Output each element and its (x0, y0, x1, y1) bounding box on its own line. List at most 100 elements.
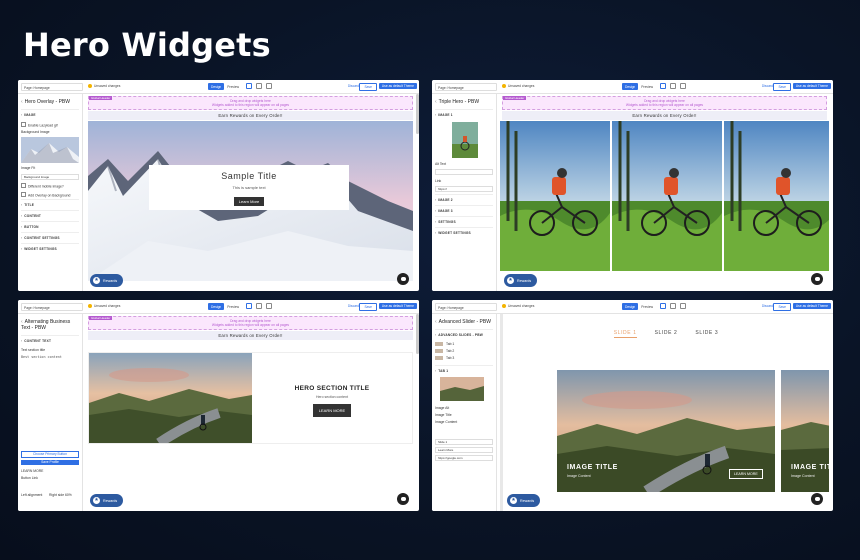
rewards-launcher[interactable]: ★ Rewards (90, 494, 124, 507)
design-tab[interactable]: Design (208, 303, 225, 310)
section-content[interactable]: CONTENT (21, 209, 79, 221)
save-profile-button[interactable]: Save Profile (21, 460, 79, 465)
tablet-icon[interactable] (670, 83, 676, 89)
alt-text-input[interactable] (435, 169, 493, 175)
save-button[interactable]: Save (773, 303, 791, 311)
preview-tab[interactable]: Preview (638, 83, 656, 90)
rewards-launcher[interactable]: ★ Rewards (90, 274, 124, 287)
back-arrow-icon[interactable]: ‹ (21, 99, 23, 105)
slider-tab-2[interactable]: SLIDE 2 (655, 330, 678, 338)
section-settings[interactable]: SETTINGS (435, 216, 493, 227)
choose-primary-button[interactable]: Choose Primary Button (21, 451, 79, 458)
use-theme-button[interactable]: Use as default Theme (378, 83, 417, 89)
hero-button[interactable]: Learn More (233, 197, 265, 206)
chat-icon[interactable] (811, 273, 823, 285)
design-tab[interactable]: Design (622, 83, 639, 90)
page-select[interactable]: Page: Homepage (435, 83, 497, 91)
button-link-input[interactable]: https://google.com (435, 455, 493, 461)
use-theme-button[interactable]: Use as default Theme (792, 303, 831, 309)
scrollbar[interactable] (416, 94, 419, 134)
preview-tab[interactable]: Preview (224, 303, 242, 310)
section-widget-settings[interactable]: WIDGET SETTINGS (435, 227, 493, 238)
mobile-icon[interactable] (680, 83, 686, 89)
chat-icon[interactable] (397, 273, 409, 285)
editor-topbar: Page: Homepage Unsaved changes Design Pre… (18, 80, 419, 94)
mobile-icon[interactable] (266, 303, 272, 309)
back-arrow-icon[interactable]: ‹ (435, 99, 437, 105)
use-theme-button[interactable]: Use as default Theme (378, 303, 417, 309)
announcement-dropzone[interactable]: Global Header Drag and drop widgets here… (502, 96, 827, 110)
desktop-icon[interactable] (246, 83, 252, 89)
save-button[interactable]: Save (359, 303, 377, 311)
content-editor[interactable]: Best section content (21, 353, 79, 448)
announcement-dropzone[interactable]: Global Header Drag and drop widgets here… (88, 316, 413, 330)
preview-tab[interactable]: Preview (224, 83, 242, 90)
discard-button[interactable]: Discard (348, 84, 359, 89)
section-content-text[interactable]: CONTENT TEXT (21, 335, 79, 346)
mode-toggle: Design Preview (208, 83, 242, 90)
back-arrow-icon[interactable]: ‹ (435, 319, 437, 325)
tab-1-image-thumb[interactable] (440, 377, 484, 401)
discard-button[interactable]: Discard (348, 304, 359, 309)
section-image-2[interactable]: IMAGE 2 (435, 194, 493, 205)
desktop-icon[interactable] (660, 83, 666, 89)
button-text-input[interactable]: Learn More (435, 447, 493, 453)
section-image[interactable]: IMAGE (21, 109, 79, 120)
page-select[interactable]: Page: Homepage (21, 303, 83, 311)
mobile-icon[interactable] (266, 83, 272, 89)
image-1-thumb[interactable] (452, 122, 478, 158)
triple-hero-images (500, 121, 829, 271)
save-button[interactable]: Save (359, 83, 377, 91)
use-theme-button[interactable]: Use as default Theme (792, 83, 831, 89)
design-tab[interactable]: Design (622, 303, 639, 310)
slide-name-input[interactable]: Slide 1 (435, 439, 493, 445)
section-button[interactable]: BUTTON (21, 220, 79, 232)
slider-tab-1[interactable]: SLIDE 1 (613, 330, 637, 338)
announcement-dropzone[interactable]: Global Header Drag and drop widgets here… (88, 96, 413, 110)
section-image-3[interactable]: IMAGE 3 (435, 205, 493, 216)
tablet-icon[interactable] (256, 303, 262, 309)
slide-item-3[interactable]: Tab 3 (435, 354, 493, 361)
tablet-icon[interactable] (256, 83, 262, 89)
hero-text-panel: HERO SECTION TITLE Hero section content … (252, 353, 412, 443)
discard-button[interactable]: Discard (762, 84, 773, 89)
desktop-icon[interactable] (246, 303, 252, 309)
hero-learn-more-button[interactable]: LEARN MORE (312, 404, 352, 417)
design-tab[interactable]: Design (208, 83, 225, 90)
tablet-icon[interactable] (670, 303, 676, 309)
slide-item-1[interactable]: Tab 1 (435, 340, 493, 347)
chat-icon[interactable] (397, 493, 409, 505)
rewards-launcher[interactable]: ★ Rewards (504, 274, 538, 287)
discard-button[interactable]: Discard (762, 304, 773, 309)
slide-learn-more-button[interactable]: LEARN MORE (729, 469, 763, 479)
dropzone-subtext: Widgets added to this region will appear… (211, 103, 290, 107)
preview-canvas: Global Header Drag and drop widgets here… (86, 94, 415, 291)
rewards-launcher[interactable]: ★ Rewards (507, 494, 541, 507)
lazyload-checkbox[interactable]: Enable Lazyload gif (21, 120, 79, 129)
image-fit-select[interactable]: Background Image (21, 173, 79, 180)
save-button[interactable]: Save (773, 83, 791, 91)
mobile-image-checkbox[interactable]: Different mobile image? (21, 182, 79, 191)
background-image-thumb[interactable] (21, 136, 79, 163)
page-select[interactable]: Page: Homepage (435, 303, 497, 311)
section-image-1[interactable]: IMAGE 1 (435, 109, 493, 120)
desktop-icon[interactable] (660, 303, 666, 309)
image-title-label: Image Title (435, 412, 452, 417)
scrollbar[interactable] (416, 314, 419, 354)
overlay-checkbox[interactable]: Add Overlay on Background (21, 190, 79, 199)
preview-tab[interactable]: Preview (638, 303, 656, 310)
editor-topbar: Page: Homepage Unsaved changes Design Pre… (432, 80, 833, 94)
section-content-settings[interactable]: CONTENT SETTINGS (21, 231, 79, 243)
mobile-icon[interactable] (680, 303, 686, 309)
slider-tab-3[interactable]: SLIDE 3 (695, 330, 718, 338)
section-title[interactable]: TITLE (21, 198, 79, 210)
section-advanced-slides[interactable]: ADVANCED SLIDES - PBW (435, 329, 493, 340)
section-tab-1[interactable]: TAB 1 (435, 365, 493, 376)
slider-tabs: SLIDE 1 SLIDE 2 SLIDE 3 (503, 330, 829, 338)
section-widget-settings[interactable]: WIDGET SETTINGS (21, 242, 79, 254)
slide-item-2[interactable]: Tab 2 (435, 347, 493, 354)
page-select[interactable]: Page: Homepage (21, 83, 83, 91)
link-input[interactable]: https:// (435, 186, 493, 192)
chat-icon[interactable] (811, 493, 823, 505)
device-toggle (660, 303, 686, 309)
